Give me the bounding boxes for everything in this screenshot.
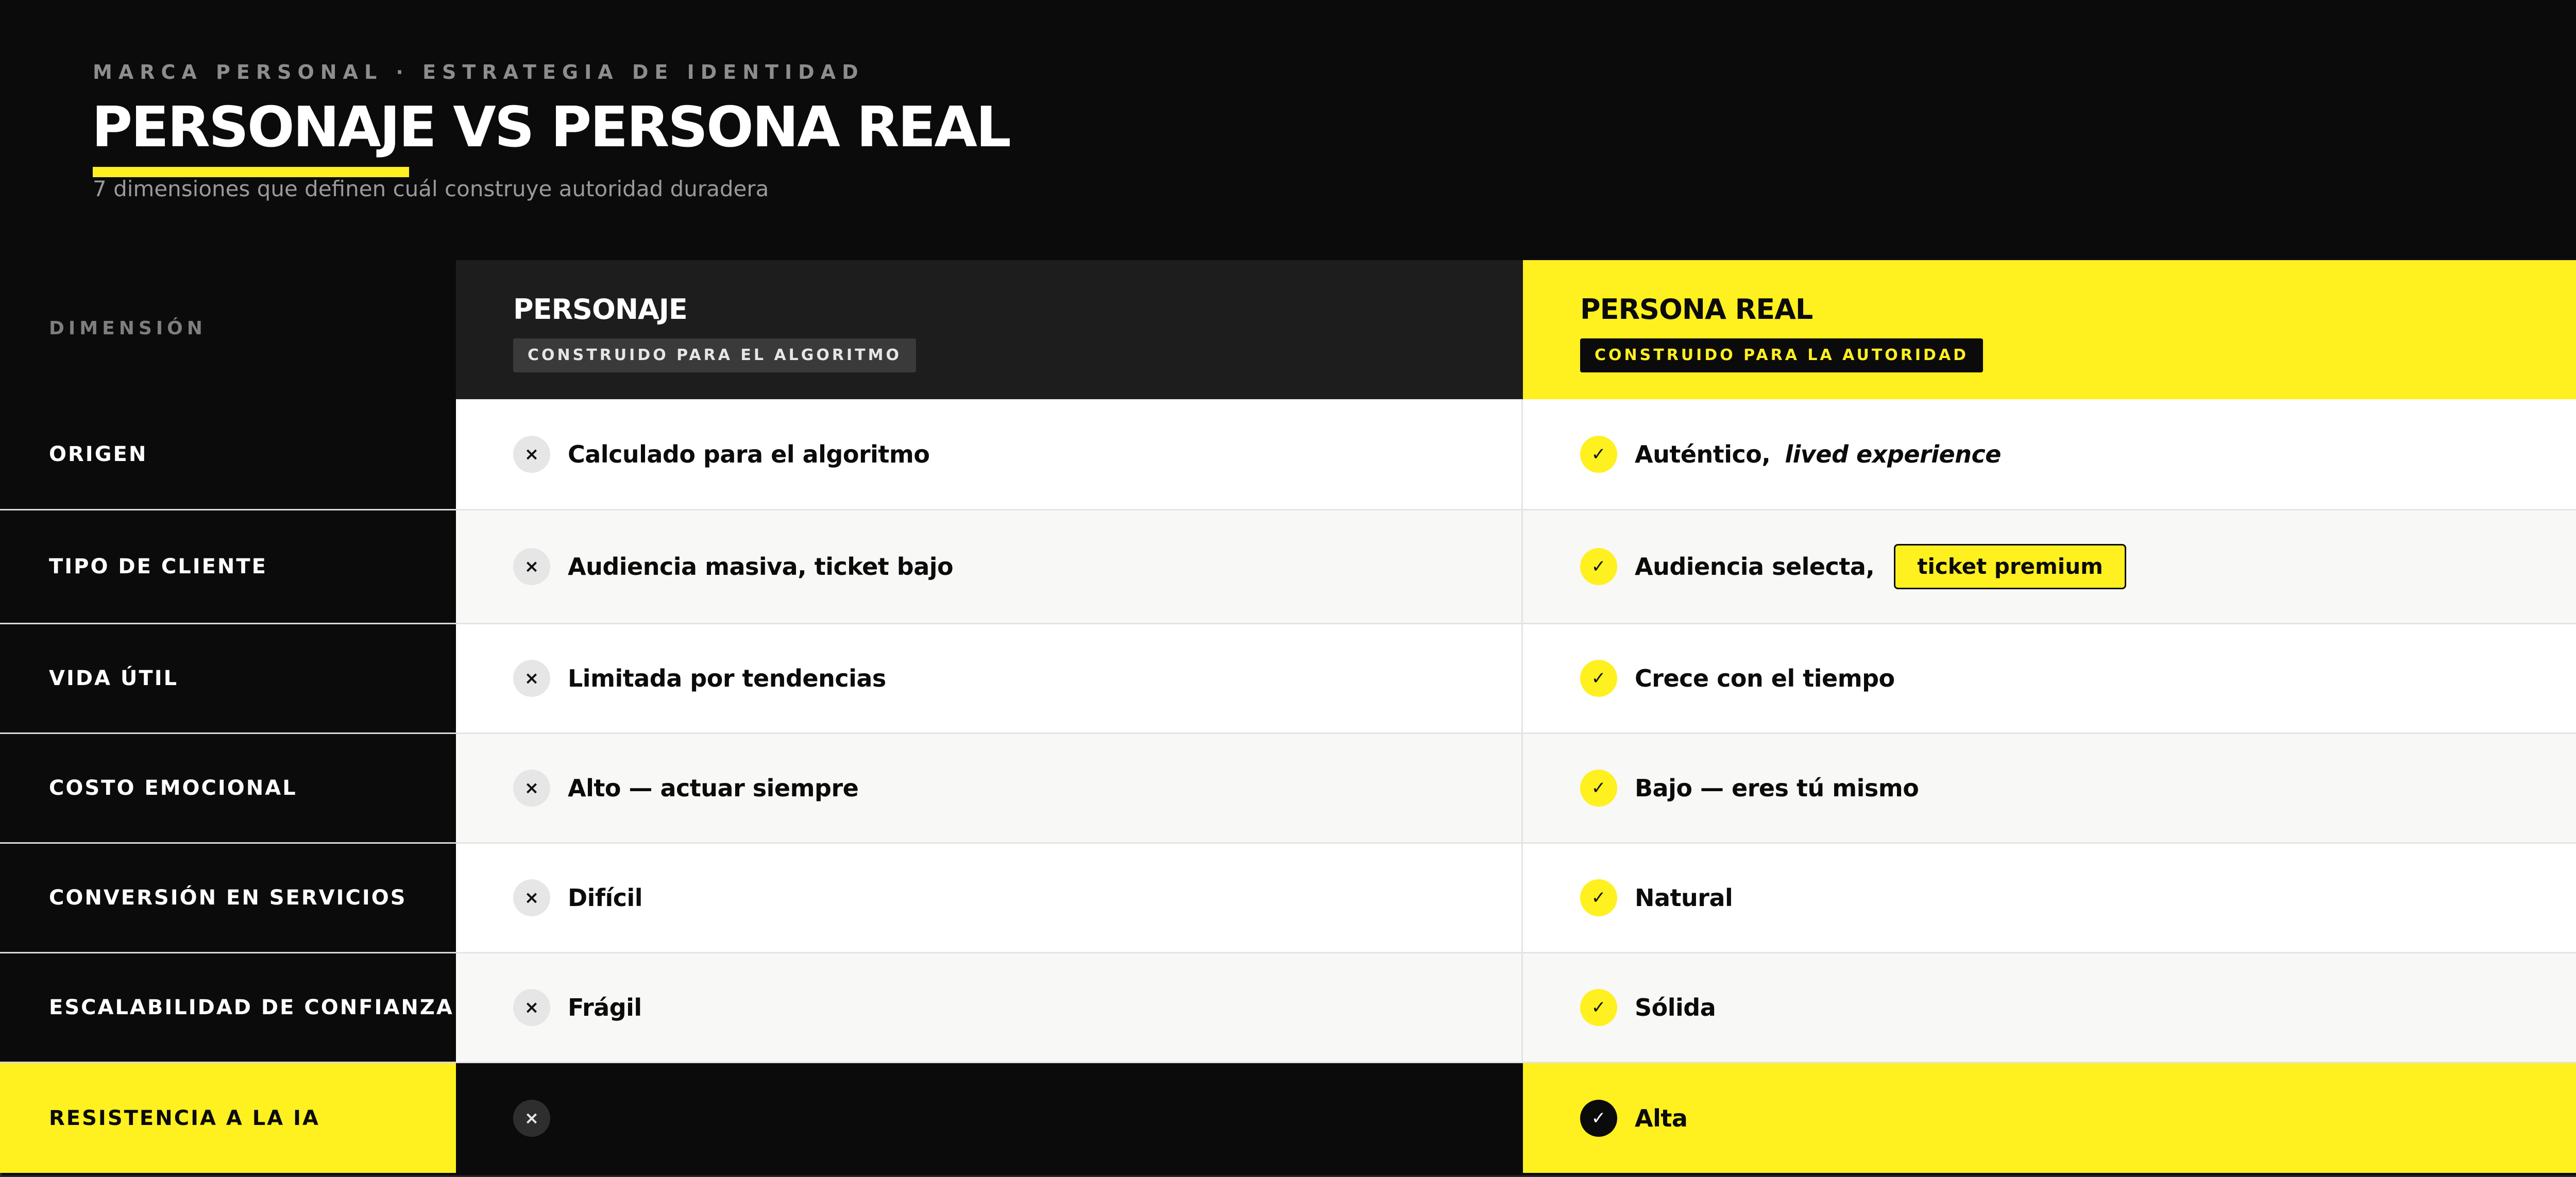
- persona-real-value: Natural: [1635, 884, 1733, 912]
- persona-real-value: Auténtico,: [1635, 440, 1771, 468]
- check-icon: ✓: [1580, 1099, 1617, 1137]
- personaje-value: Limitada por tendencias: [568, 664, 886, 692]
- table-row: TIPO DE CLIENTE × Audiencia masiva, tick…: [0, 510, 2576, 624]
- check-icon: ✓: [1580, 879, 1617, 916]
- dimension-cell: CONVERSIÓN EN SERVICIOS: [0, 844, 456, 953]
- check-icon: ✓: [1580, 660, 1617, 697]
- dimension-header-label: DIMENSIÓN: [49, 318, 207, 339]
- persona-real-emphasis: lived experience: [1785, 440, 2001, 468]
- persona-real-cell: ✓ Audiencia selecta, ticket premium: [1523, 510, 2576, 624]
- personaje-header-title: PERSONAJE: [513, 293, 688, 326]
- personaje-value: Calculado para el algoritmo: [568, 440, 930, 468]
- persona-real-cell: ✓ Alta: [1523, 1063, 2576, 1173]
- personaje-cell: × Alto — actuar siempre: [456, 734, 1523, 844]
- dimension-label: TIPO DE CLIENTE: [49, 555, 268, 578]
- persona-real-header-tag: CONSTRUIDO PARA LA AUTORIDAD: [1580, 338, 1984, 372]
- comparison-table: DIMENSIÓN PERSONAJE CONSTRUIDO PARA EL A…: [0, 260, 2576, 1175]
- cross-icon: ×: [513, 660, 550, 697]
- personaje-cell: ×: [456, 1063, 1523, 1173]
- persona-real-value: Audiencia selecta,: [1635, 553, 1875, 581]
- table-row: ORIGEN × Calculado para el algoritmo ✓ A…: [0, 399, 2576, 510]
- table-row-highlight: RESISTENCIA A LA IA × ✓ Alta: [0, 1063, 2576, 1173]
- personaje-cell: × Limitada por tendencias: [456, 624, 1523, 734]
- table-row: ESCALABILIDAD DE CONFIANZA × Frágil ✓ Só…: [0, 953, 2576, 1063]
- persona-real-column-header: PERSONA REAL CONSTRUIDO PARA LA AUTORIDA…: [1523, 260, 2576, 399]
- dimension-cell: COSTO EMOCIONAL: [0, 734, 456, 844]
- personaje-value: Alto — actuar siempre: [568, 774, 859, 802]
- personaje-column-header: PERSONAJE CONSTRUIDO PARA EL ALGORITMO: [456, 260, 1523, 399]
- persona-real-cell: ✓ Natural: [1523, 844, 2576, 953]
- dimension-cell: ESCALABILIDAD DE CONFIANZA: [0, 953, 456, 1063]
- dimension-cell: VIDA ÚTIL: [0, 624, 456, 734]
- page-subtitle: 7 dimensiones que definen cuál construye…: [93, 176, 769, 201]
- page-header: MARCA PERSONAL · ESTRATEGIA DE IDENTIDAD…: [0, 0, 2576, 260]
- check-icon: ✓: [1580, 770, 1617, 807]
- persona-real-cell: ✓ Crece con el tiempo: [1523, 624, 2576, 734]
- personaje-cell: × Audiencia masiva, ticket bajo: [456, 510, 1523, 624]
- personaje-header-tag: CONSTRUIDO PARA EL ALGORITMO: [513, 338, 916, 372]
- check-icon: ✓: [1580, 548, 1617, 585]
- check-icon: ✓: [1580, 989, 1617, 1026]
- cross-icon: ×: [513, 770, 550, 807]
- persona-real-cell: ✓ Bajo — eres tú mismo: [1523, 734, 2576, 844]
- dimension-label: RESISTENCIA A LA IA: [49, 1106, 320, 1130]
- personaje-cell: × Calculado para el algoritmo: [456, 399, 1523, 510]
- cross-icon: ×: [513, 879, 550, 916]
- table-row: COSTO EMOCIONAL × Alto — actuar siempre …: [0, 734, 2576, 844]
- title-underline: [93, 167, 409, 177]
- cross-icon: ×: [513, 989, 550, 1026]
- persona-real-header-title: PERSONA REAL: [1580, 293, 1813, 326]
- persona-real-value: Bajo — eres tú mismo: [1635, 774, 1919, 802]
- dimension-label: CONVERSIÓN EN SERVICIOS: [49, 886, 407, 910]
- check-icon: ✓: [1580, 435, 1617, 473]
- personaje-value: Difícil: [568, 884, 643, 912]
- ticket-premium-badge: ticket premium: [1894, 544, 2126, 589]
- cross-icon: ×: [513, 548, 550, 585]
- dimension-cell: ORIGEN: [0, 399, 456, 510]
- dimension-cell: RESISTENCIA A LA IA: [0, 1063, 456, 1173]
- table-row: VIDA ÚTIL × Limitada por tendencias ✓ Cr…: [0, 624, 2576, 734]
- page-title: PERSONAJE VS PERSONA REAL: [92, 95, 1011, 160]
- persona-real-value: Sólida: [1635, 994, 1716, 1021]
- persona-real-cell: ✓ Auténtico, lived experience: [1523, 399, 2576, 510]
- header-kicker: MARCA PERSONAL · ESTRATEGIA DE IDENTIDAD: [93, 61, 865, 83]
- personaje-cell: × Frágil: [456, 953, 1523, 1063]
- cross-icon: ×: [513, 435, 550, 473]
- table-row: CONVERSIÓN EN SERVICIOS × Difícil ✓ Natu…: [0, 844, 2576, 953]
- dimension-cell: TIPO DE CLIENTE: [0, 510, 456, 624]
- persona-real-value: Crece con el tiempo: [1635, 664, 1895, 692]
- persona-real-cell: ✓ Sólida: [1523, 953, 2576, 1063]
- dimension-label: ORIGEN: [49, 442, 148, 466]
- cross-icon: ×: [513, 1099, 550, 1137]
- dimension-label: COSTO EMOCIONAL: [49, 776, 297, 800]
- personaje-value: Frágil: [568, 994, 642, 1021]
- personaje-value: Audiencia masiva, ticket bajo: [568, 553, 954, 581]
- personaje-cell: × Difícil: [456, 844, 1523, 953]
- dimension-label: ESCALABILIDAD DE CONFIANZA: [49, 996, 454, 1019]
- dimension-column-header: DIMENSIÓN: [0, 260, 456, 399]
- persona-real-value: Alta: [1635, 1104, 1688, 1132]
- dimension-label: VIDA ÚTIL: [49, 667, 179, 690]
